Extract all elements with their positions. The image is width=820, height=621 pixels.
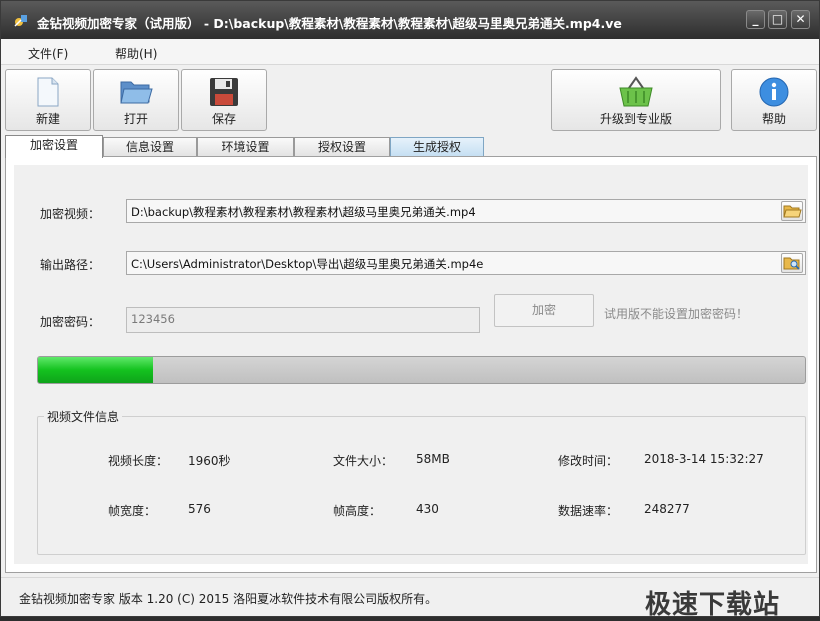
window-title: 金钻视频加密专家（试用版） - D:\backup\教程素材\教程素材\教程素材…: [37, 16, 622, 31]
tab-strip: 加密设置 信息设置 环境设置 授权设置 生成授权: [5, 135, 817, 158]
encrypt-button[interactable]: 加密: [494, 294, 594, 327]
frame-width-value: 576: [188, 502, 211, 516]
data-rate-label: 数据速率：: [558, 504, 619, 518]
help-button-label: 帮助: [761, 112, 786, 126]
trial-note: 试用版不能设置加密密码！: [604, 307, 749, 321]
modified-time-value: 2018-3-14 15:32:27: [644, 452, 764, 466]
video-info-group: 视频文件信息 视频长度： 1960秒 文件大小： 58MB 修改时间： 2018…: [37, 408, 806, 555]
frame-height-value: 430: [416, 502, 439, 516]
progress-bar: [37, 356, 806, 384]
encrypt-settings-panel: 加密视频： D:\backup\教程素材\教程素材\教程素材\超级马里奥兄弟通关…: [5, 156, 817, 573]
modified-time-label: 修改时间：: [558, 454, 619, 468]
folder-open-icon: [120, 81, 153, 104]
floppy-disk-icon: [210, 78, 238, 106]
output-path-field[interactable]: C:\Users\Administrator\Desktop\导出\超级马里奥兄…: [126, 251, 806, 275]
new-button-label: 新建: [35, 112, 60, 126]
new-file-icon: [37, 77, 59, 107]
new-button[interactable]: 新建: [5, 69, 91, 131]
app-window: 金钻视频加密专家（试用版） - D:\backup\教程素材\教程素材\教程素材…: [0, 0, 820, 620]
password-label: 加密密码：: [40, 315, 101, 329]
data-rate-value: 248277: [644, 502, 690, 516]
password-field[interactable]: 123456: [126, 307, 480, 333]
video-path-field[interactable]: D:\backup\教程素材\教程素材\教程素材\超级马里奥兄弟通关.mp4: [126, 199, 806, 223]
tab-license-settings[interactable]: 授权设置: [294, 137, 390, 157]
duration-label: 视频长度：: [108, 454, 169, 468]
upgrade-button-label: 升级到专业版: [599, 112, 672, 126]
save-button[interactable]: 保存: [181, 69, 267, 131]
info-icon: [759, 77, 789, 107]
folder-search-icon: [783, 257, 800, 270]
browse-output-button[interactable]: [781, 253, 803, 273]
menu-bar: 文件(F) 帮助(H): [1, 39, 819, 65]
tab-environment-settings[interactable]: 环境设置: [197, 137, 294, 157]
close-button[interactable]: ✕: [791, 10, 810, 29]
file-size-value: 58MB: [416, 452, 450, 466]
open-button[interactable]: 打开: [93, 69, 179, 131]
tab-generate-license[interactable]: 生成授权: [390, 137, 484, 157]
status-bar: 金钻视频加密专家 版本 1.20 (C) 2015 洛阳夏冰软件技术有限公司版权…: [1, 577, 819, 620]
menu-file[interactable]: 文件(F): [28, 45, 68, 62]
upgrade-button[interactable]: 升级到专业版: [551, 69, 721, 131]
watermark: 极速下载站: [645, 590, 781, 620]
title-bar: 金钻视频加密专家（试用版） - D:\backup\教程素材\教程素材\教程素材…: [1, 1, 819, 39]
output-label: 输出路径：: [40, 258, 101, 272]
shopping-basket-icon: [619, 76, 653, 107]
open-button-label: 打开: [123, 112, 148, 126]
panel-body: 加密视频： D:\backup\教程素材\教程素材\教程素材\超级马里奥兄弟通关…: [14, 165, 808, 564]
folder-icon: [783, 205, 802, 218]
help-button[interactable]: 帮助: [731, 69, 817, 131]
tab-encrypt-settings[interactable]: 加密设置: [5, 135, 103, 158]
save-button-label: 保存: [211, 112, 236, 126]
duration-value: 1960秒: [188, 454, 231, 468]
progress-fill: [38, 357, 154, 383]
copyright-text: 金钻视频加密专家 版本 1.20 (C) 2015 洛阳夏冰软件技术有限公司版权…: [19, 592, 438, 606]
video-info-title: 视频文件信息: [44, 408, 123, 425]
menu-help[interactable]: 帮助(H): [115, 45, 157, 62]
video-label: 加密视频：: [40, 207, 101, 221]
tab-info-settings[interactable]: 信息设置: [103, 137, 197, 157]
toolbar: 新建 打开 保存 升级到专业版 帮助: [1, 65, 819, 137]
maximize-button[interactable]: □: [768, 10, 787, 29]
file-size-label: 文件大小：: [333, 454, 394, 468]
browse-video-button[interactable]: [781, 201, 803, 221]
app-logo-icon: [14, 15, 27, 27]
minimize-button[interactable]: _: [746, 10, 765, 29]
frame-width-label: 帧宽度：: [108, 504, 157, 518]
frame-height-label: 帧高度：: [333, 504, 382, 518]
